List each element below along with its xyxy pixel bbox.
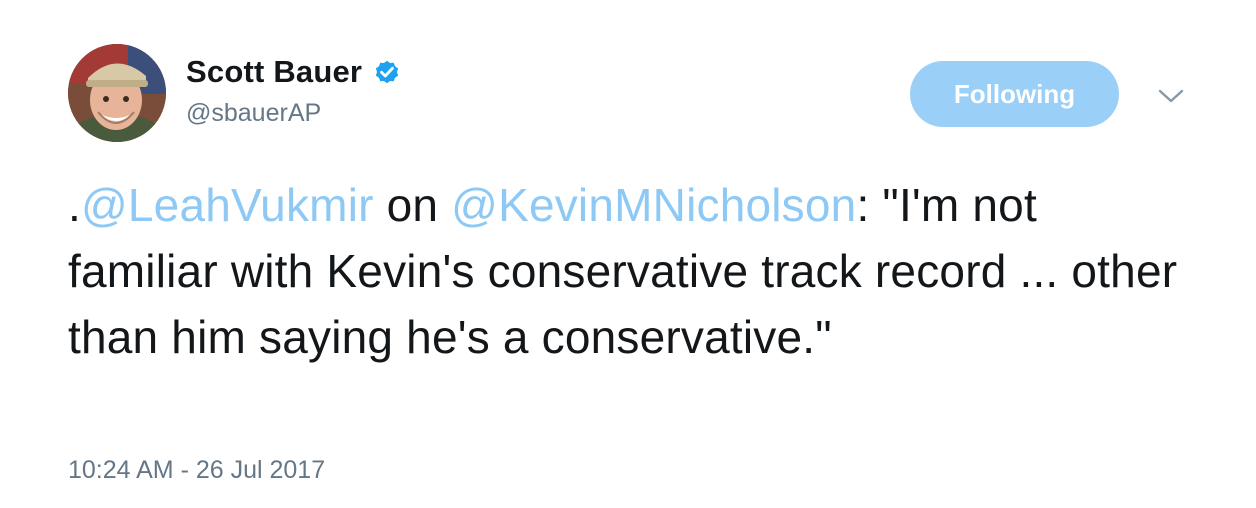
author-name-row: Scott Bauer xyxy=(186,52,402,92)
following-button[interactable]: Following xyxy=(910,61,1119,127)
tweet-card: Scott Bauer @sbauerAP Following .@LeahVu… xyxy=(0,0,1256,508)
avatar[interactable] xyxy=(68,44,166,142)
author-handle[interactable]: @sbauerAP xyxy=(186,99,321,128)
tweet-text: .@LeahVukmir on @KevinMNicholson: "I'm n… xyxy=(68,172,1198,370)
verified-badge-icon xyxy=(372,57,402,87)
mention-kevin-m-nicholson[interactable]: @KevinMNicholson xyxy=(451,179,856,231)
tweet-prefix: . xyxy=(68,179,81,231)
author-display-name[interactable]: Scott Bauer xyxy=(186,54,362,90)
avatar-image xyxy=(68,44,166,142)
mention-leah-vukmir[interactable]: @LeahVukmir xyxy=(81,179,374,231)
tweet-timestamp[interactable]: 10:24 AM - 26 Jul 2017 xyxy=(68,456,325,485)
chevron-down-icon[interactable] xyxy=(1156,84,1186,108)
tweet-connector: on xyxy=(373,179,452,231)
